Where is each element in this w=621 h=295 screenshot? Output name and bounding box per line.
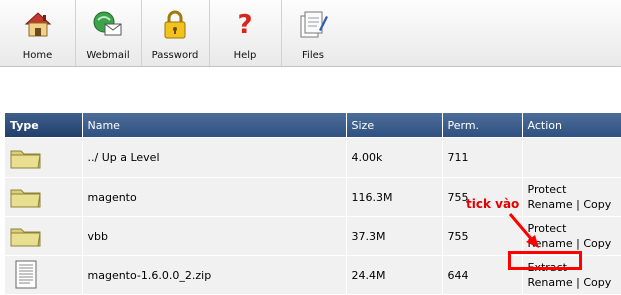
annotation-highlight-box bbox=[508, 251, 582, 270]
